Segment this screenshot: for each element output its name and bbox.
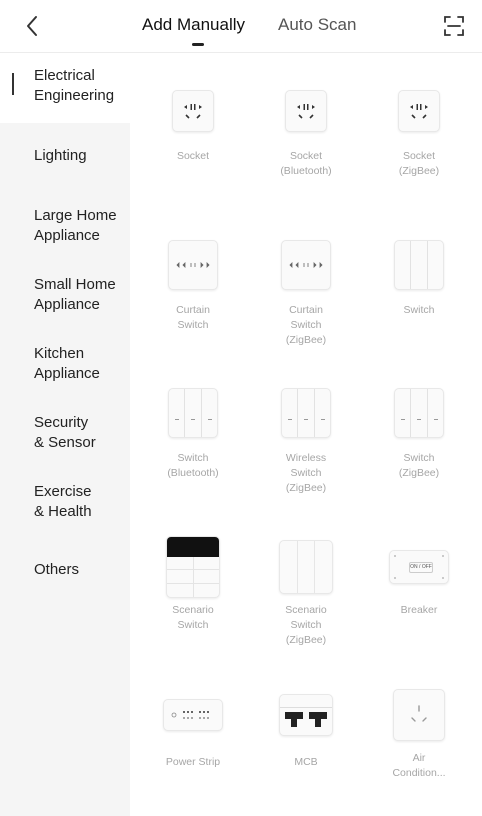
device-label: Socket (Bluetooth): [280, 150, 332, 177]
sidebar-item-small-home-appliance[interactable]: Small Home Appliance: [34, 275, 116, 315]
device-label: Power Strip: [165, 756, 221, 768]
device-power-strip[interactable]: Power Strip: [138, 683, 248, 770]
device-label: Switch: [403, 304, 435, 316]
device-grid: Socket Socket (Bluetooth) Socket (ZigBee…: [130, 53, 482, 816]
category-sidebar: Electrical Engineering Lighting Large Ho…: [0, 53, 130, 816]
device-label: Scenario Switch (ZigBee): [285, 604, 327, 646]
device-switch[interactable]: Switch: [364, 235, 474, 318]
triple-switch-icon: [163, 383, 223, 443]
curtain-switch-icon: [276, 235, 336, 295]
device-socket-zigbee[interactable]: Socket (ZigBee): [364, 81, 474, 179]
device-scenario-switch[interactable]: Scenario Switch: [138, 535, 248, 633]
tab-add-manually[interactable]: Add Manually: [142, 15, 245, 35]
device-air-conditioner[interactable]: Air Condition...: [364, 683, 474, 781]
device-label: Switch (ZigBee): [398, 452, 440, 479]
curtain-switch-icon: [163, 235, 223, 295]
power-strip-icon: [163, 683, 223, 747]
triple-switch-icon: [389, 383, 449, 443]
tab-auto-scan[interactable]: Auto Scan: [278, 15, 356, 35]
socket-icon: [389, 81, 449, 141]
ac-socket-icon: [389, 683, 449, 747]
scan-button[interactable]: [442, 14, 466, 38]
sidebar-item-security-sensor[interactable]: Security & Sensor: [34, 413, 96, 453]
device-curtain-switch[interactable]: Curtain Switch: [138, 235, 248, 333]
device-label: Socket (ZigBee): [398, 150, 440, 177]
sidebar-item-kitchen-appliance[interactable]: Kitchen Appliance: [34, 344, 100, 384]
device-wireless-switch-zigbee[interactable]: Wireless Switch (ZigBee): [251, 383, 361, 496]
header: Add Manually Auto Scan: [0, 0, 482, 52]
device-label: Curtain Switch (ZigBee): [285, 304, 327, 346]
device-mcb[interactable]: MCB: [251, 683, 361, 770]
device-switch-bluetooth[interactable]: Switch (Bluetooth): [138, 383, 248, 481]
device-socket[interactable]: Socket: [138, 81, 248, 164]
sidebar-item-exercise-health[interactable]: Exercise & Health: [34, 482, 92, 522]
scan-frame-icon: [444, 16, 464, 36]
device-breaker[interactable]: ON / OFF Breaker: [364, 535, 474, 618]
device-label: Curtain Switch: [176, 304, 210, 331]
active-tab-indicator: [192, 43, 204, 46]
breaker-toggle-label: ON / OFF: [409, 562, 433, 573]
mcb-icon: [276, 683, 336, 747]
active-category-marker: [12, 73, 14, 95]
device-label: Socket: [176, 150, 210, 162]
device-label: Scenario Switch: [172, 604, 214, 631]
chevron-left-icon: [27, 16, 37, 36]
sidebar-item-large-home-appliance[interactable]: Large Home Appliance: [34, 206, 117, 246]
device-socket-bluetooth[interactable]: Socket (Bluetooth): [251, 81, 361, 179]
socket-icon: [276, 81, 336, 141]
sidebar-item-electrical-engineering[interactable]: Electrical Engineering: [34, 66, 114, 106]
device-curtain-switch-zigbee[interactable]: Curtain Switch (ZigBee): [251, 235, 361, 348]
back-button[interactable]: [20, 14, 44, 38]
scenario-switch-zigbee-icon: [276, 535, 336, 599]
socket-icon: [163, 81, 223, 141]
device-label: MCB: [294, 756, 318, 768]
device-switch-zigbee[interactable]: Switch (ZigBee): [364, 383, 474, 481]
triple-switch-icon: [276, 383, 336, 443]
sidebar-item-others[interactable]: Others: [34, 560, 79, 580]
device-label: Switch (Bluetooth): [167, 452, 219, 479]
device-label: Breaker: [400, 604, 438, 616]
device-scenario-switch-zigbee[interactable]: Scenario Switch (ZigBee): [251, 535, 361, 648]
switch-icon: [389, 235, 449, 295]
breaker-icon: ON / OFF: [389, 535, 449, 599]
scenario-switch-icon: [163, 535, 223, 599]
device-label: Wireless Switch (ZigBee): [285, 452, 327, 494]
sidebar-item-lighting[interactable]: Lighting: [34, 146, 87, 166]
device-label: Air Condition...: [392, 752, 446, 779]
